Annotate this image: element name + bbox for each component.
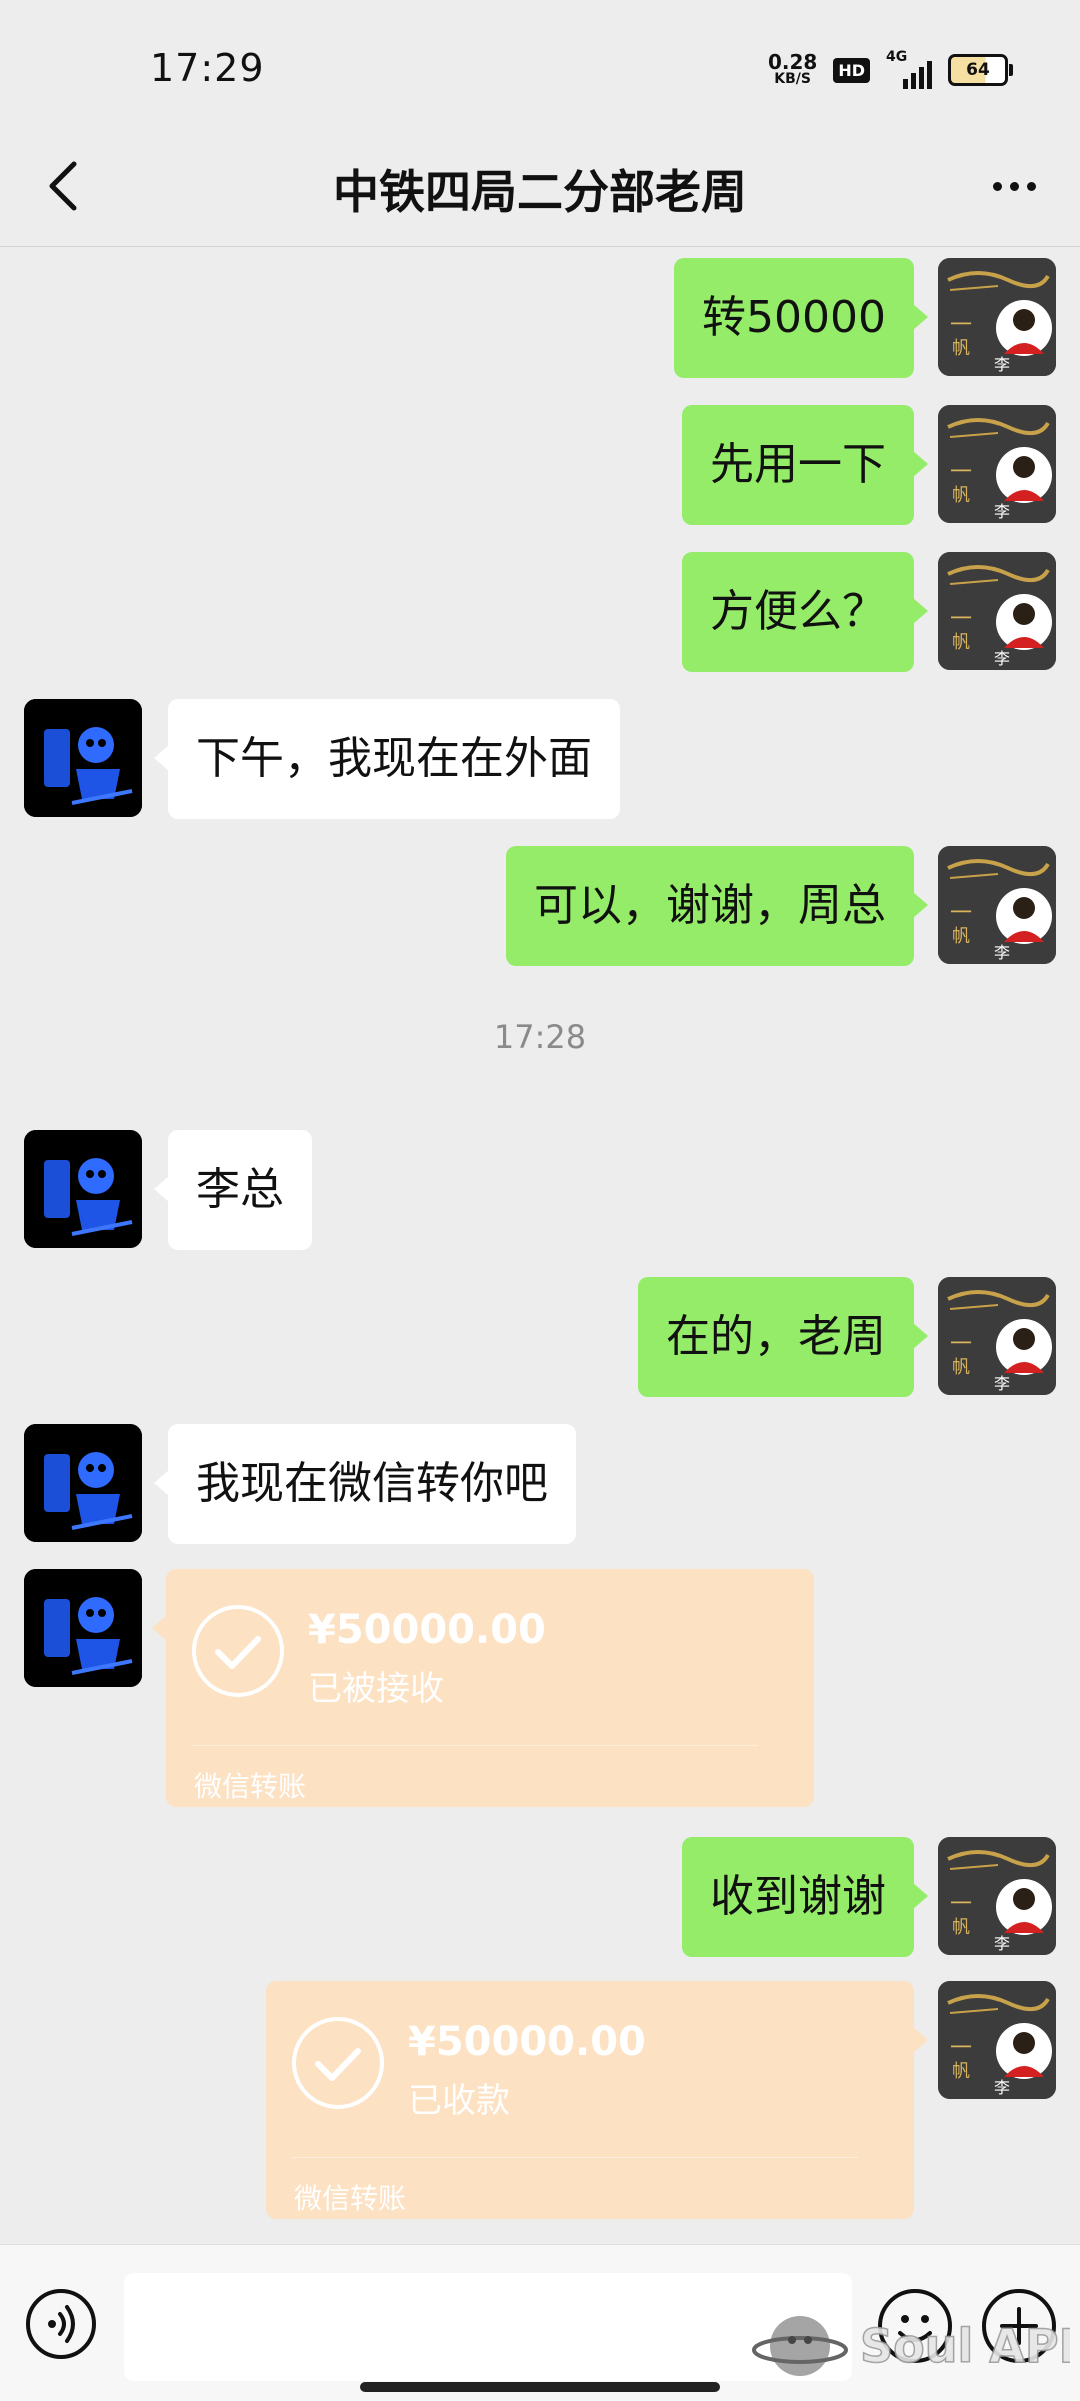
svg-text:一: 一 [950,460,972,485]
contact-avatar[interactable] [24,1424,142,1542]
avatar-image: 一 帆 李 [938,405,1056,523]
home-indicator[interactable] [360,2382,720,2392]
transfer-amount: ¥50000.00 [408,2019,646,2065]
transfer-card[interactable]: ¥50000.00 已收款 微信转账 [266,1981,928,2219]
svg-text:帆: 帆 [952,926,970,947]
more-dots-icon [992,181,1002,191]
message-bubble[interactable]: 我现在微信转你吧 [154,1424,576,1544]
divider [292,2157,858,2158]
contact-avatar[interactable] [24,699,142,817]
message-input[interactable] [124,2273,852,2381]
svg-text:一: 一 [950,1332,972,1357]
transfer-status: 已收款 [408,2081,510,2121]
svg-text:李: 李 [994,943,1010,962]
battery-level: 64 [966,60,990,80]
svg-text:Soul APP: Soul APP [860,2319,1070,2373]
avatar-image: 一 帆 李 [938,258,1056,376]
transfer-status: 已被接收 [308,1669,444,1709]
svg-text:李: 李 [994,649,1010,668]
message-bubble[interactable]: 转50000 [674,258,928,378]
avatar-image [24,699,142,817]
svg-text:帆: 帆 [952,485,970,506]
svg-text:一: 一 [950,607,972,632]
message-bubble[interactable]: 先用一下 [682,405,928,525]
avatar-image: 一 帆 李 [938,1837,1056,1955]
message-bubble[interactable]: 在的，老周 [638,1277,928,1397]
network-speed-unit: KB/S [774,71,811,87]
transfer-footer: 微信转账 [294,2182,407,2215]
svg-text:李: 李 [994,1374,1010,1393]
svg-text:李: 李 [994,1934,1010,1953]
check-circle-icon [292,2017,384,2109]
network-speed: 0.28 KB/S [767,50,818,87]
message-bubble[interactable]: 可以，谢谢，周总 [506,846,928,966]
svg-text:一: 一 [950,313,972,338]
svg-text:帆: 帆 [952,632,970,653]
svg-text:帆: 帆 [952,1357,970,1378]
svg-text:一: 一 [950,2036,972,2061]
voice-icon [48,2305,75,2343]
my-avatar[interactable]: 一 帆 李 [938,258,1056,376]
avatar-image: 一 帆 李 [938,1981,1056,2099]
contact-avatar[interactable] [24,1569,142,1687]
my-avatar[interactable]: 一 帆 李 [938,846,1056,964]
status-bar: 17:29 0.28 KB/S HD 4G 64 [0,0,1080,130]
network-speed-value: 0.28 [767,50,818,74]
my-avatar[interactable]: 一 帆 李 [938,405,1056,523]
avatar-image [24,1424,142,1542]
message-timestamp: 17:28 [493,1018,587,1056]
svg-text:李: 李 [994,502,1010,521]
my-avatar[interactable]: 一 帆 李 [938,1837,1056,1955]
chat-title: 中铁四局二分部老周 [333,165,747,219]
svg-text:帆: 帆 [952,338,970,359]
status-time: 17:29 [150,46,265,90]
message-bubble[interactable]: 下午，我现在在外面 [154,699,620,819]
voice-button[interactable] [26,2289,96,2359]
avatar-image: 一 帆 李 [938,552,1056,670]
transfer-amount: ¥50000.00 [308,1607,546,1653]
svg-text:一: 一 [950,901,972,926]
soul-app-watermark: Soul APP [750,2300,1080,2390]
status-indicators: 0.28 KB/S HD 4G 64 [767,48,1013,92]
battery-icon: 64 [948,54,1013,86]
avatar-image [24,1569,142,1687]
message-bubble[interactable]: 收到谢谢 [682,1837,928,1957]
avatar-image [24,1130,142,1248]
svg-text:李: 李 [994,355,1010,374]
avatar-image: 一 帆 李 [938,846,1056,964]
transfer-card[interactable]: ¥50000.00 已被接收 微信转账 [152,1569,814,1807]
avatar-image: 一 帆 李 [938,1277,1056,1395]
signal-icon: 4G [886,49,932,89]
my-avatar[interactable]: 一 帆 李 [938,1277,1056,1395]
transfer-footer: 微信转账 [194,1770,307,1803]
divider [192,1745,758,1746]
svg-text:帆: 帆 [952,2061,970,2082]
my-avatar[interactable]: 一 帆 李 [938,1981,1056,2099]
message-bubble[interactable]: 方便么？ [682,552,928,672]
check-circle-icon [192,1605,284,1697]
more-button[interactable] [978,152,1050,220]
svg-text:李: 李 [994,2078,1010,2097]
chat-header: 中铁四局二分部老周 [0,130,1080,247]
contact-avatar[interactable] [24,1130,142,1248]
signal-bars-icon [903,61,932,89]
my-avatar[interactable]: 一 帆 李 [938,552,1056,670]
svg-text:一: 一 [950,1892,972,1917]
message-bubble[interactable]: 李总 [154,1130,312,1250]
hd-badge: HD [833,57,870,83]
svg-text:帆: 帆 [952,1917,970,1938]
